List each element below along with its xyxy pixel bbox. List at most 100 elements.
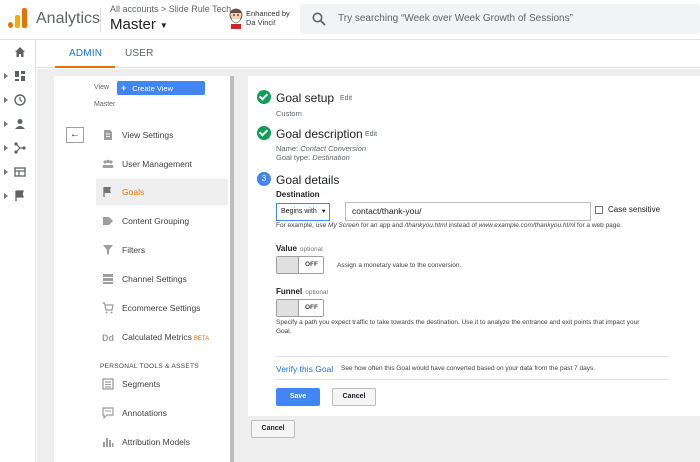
- goal-name-value: Contact Conversion: [300, 144, 367, 153]
- match-type-select[interactable]: Begins with ▼: [276, 203, 330, 221]
- divider: [276, 379, 669, 380]
- home-icon: [15, 47, 25, 57]
- search-input[interactable]: Try searching “Week over Week Growth of …: [338, 13, 573, 24]
- nav-item-annotations[interactable]: Annotations: [96, 400, 228, 426]
- nav-item-label: Channel Settings: [122, 274, 187, 284]
- view-name[interactable]: Master: [94, 101, 115, 108]
- goal-setup-edit-link[interactable]: Edit: [340, 95, 352, 102]
- dd-icon: Dd: [102, 333, 114, 343]
- goal-name-prefix: Name:: [276, 144, 299, 153]
- tab-admin[interactable]: ADMIN: [69, 48, 102, 59]
- value-toggle[interactable]: OFF: [276, 256, 324, 274]
- goal-editor: Goal setup Edit Custom Goal description …: [248, 76, 700, 416]
- value-label-text: Value: [276, 244, 297, 253]
- goal-details-title: Goal details: [276, 173, 340, 187]
- toggle-state: OFF: [305, 261, 318, 268]
- expand-arrow-icon: [4, 121, 8, 127]
- section-heading-personal-tools: PERSONAL TOOLS & ASSETS: [100, 363, 199, 370]
- nav-item-label: View Settings: [122, 130, 174, 140]
- nav-item-label: Annotations: [122, 408, 167, 418]
- nav-item-filters[interactable]: Filters: [96, 237, 228, 263]
- expand-arrow-icon: [4, 97, 8, 103]
- value-description: Assign a monetary value to the conversio…: [337, 262, 462, 269]
- goal-type-prefix: Goal type:: [276, 153, 311, 162]
- caret-down-icon: ▼: [320, 209, 327, 215]
- svg-text:Dd: Dd: [102, 333, 114, 343]
- funnel-description-line1: Specify a path you expect traffic to tak…: [276, 319, 640, 326]
- outer-cancel-button[interactable]: Cancel: [251, 420, 295, 438]
- cancel-button[interactable]: Cancel: [332, 388, 376, 406]
- cart-icon: [102, 302, 114, 314]
- nav-item-segments[interactable]: Segments: [96, 371, 228, 397]
- breadcrumb[interactable]: All accounts > Slide Rule Tech: [110, 4, 231, 14]
- nav-item-label: Filters: [122, 245, 146, 255]
- back-arrow-button[interactable]: ←: [66, 127, 84, 143]
- optional-tag: optional: [299, 246, 323, 253]
- top-bar: Analytics All accounts > Slide Rule Tech…: [0, 0, 700, 40]
- segments-icon: [102, 378, 114, 390]
- toggle-state: OFF: [305, 304, 318, 311]
- bar-chart-icon: [103, 438, 114, 447]
- davinci-line1: Enhanced by: [246, 9, 290, 18]
- account-selector[interactable]: Master ▼: [110, 16, 168, 33]
- hint-example: My Screen: [328, 222, 360, 229]
- goal-setup-title: Goal setup: [276, 91, 335, 105]
- nav-item-user-management[interactable]: User Management: [96, 151, 228, 177]
- nav-item-calculated-metrics[interactable]: Dd Calculated Metrics BETA: [96, 324, 228, 350]
- tab-user[interactable]: USER: [125, 48, 154, 59]
- create-view-button[interactable]: + Create View: [117, 81, 205, 95]
- goal-setup-value: Custom: [276, 109, 302, 118]
- nav-item-attribution-models[interactable]: Attribution Models: [96, 429, 228, 455]
- nav-item-channel-settings[interactable]: Channel Settings: [96, 266, 228, 292]
- nav-item-label: Segments: [122, 379, 161, 389]
- nav-scrollbar[interactable]: [230, 76, 234, 462]
- beta-badge: BETA: [193, 336, 210, 342]
- rail-realtime[interactable]: [4, 92, 32, 110]
- destination-input[interactable]: contact/thank-you/: [345, 202, 591, 221]
- rail-acquisition[interactable]: [4, 140, 32, 158]
- rail-home[interactable]: [4, 44, 32, 62]
- optional-tag: optional: [305, 289, 328, 296]
- hint-text: for a web page.: [575, 222, 622, 229]
- nav-item-content-grouping[interactable]: Content Grouping: [96, 208, 228, 234]
- app-title: Analytics: [36, 10, 101, 27]
- davinci-avatar-icon[interactable]: [228, 7, 244, 29]
- filter-icon: [103, 245, 113, 255]
- match-type-value: Begins with: [281, 208, 317, 215]
- document-icon: [104, 130, 112, 140]
- rail-conversions[interactable]: [4, 188, 32, 206]
- goal-type-value: Destination: [312, 153, 350, 162]
- create-view-label: Create View: [132, 84, 173, 93]
- case-sensitive-checkbox[interactable]: [595, 206, 603, 214]
- save-button[interactable]: Save: [276, 388, 320, 406]
- rail-customization[interactable]: [4, 68, 32, 86]
- destination-hint: For example, use My Screen for an app an…: [276, 222, 622, 229]
- back-arrow-icon: ←: [70, 129, 80, 140]
- check-icon: [257, 90, 271, 104]
- goal-description-edit-link[interactable]: Edit: [365, 131, 377, 138]
- funnel-description-line2: Goal.: [276, 328, 292, 335]
- search-icon: [312, 12, 326, 26]
- view-label: View: [94, 84, 110, 91]
- check-icon: [257, 126, 271, 140]
- nav-item-label: Attribution Models: [122, 437, 191, 447]
- expand-arrow-icon: [4, 73, 8, 79]
- nav-item-label: Goals: [122, 187, 145, 197]
- expand-arrow-icon: [4, 193, 8, 199]
- nav-item-ecommerce-settings[interactable]: Ecommerce Settings: [96, 295, 228, 321]
- verify-goal-link[interactable]: Verify this Goal: [276, 364, 333, 374]
- value-label: Value optional: [276, 244, 323, 253]
- funnel-toggle[interactable]: OFF: [276, 299, 324, 317]
- nav-item-view-settings[interactable]: View Settings: [96, 122, 228, 148]
- users-icon: [102, 159, 114, 168]
- analytics-logo-icon[interactable]: [8, 8, 28, 28]
- plus-icon: +: [121, 83, 127, 93]
- flag-icon: [15, 190, 24, 201]
- account-name: Master: [110, 16, 156, 33]
- tab-active-indicator: [55, 66, 115, 68]
- rail-behavior[interactable]: [4, 164, 32, 182]
- hint-example: www.example.com/thankyou.html: [478, 222, 576, 229]
- nav-item-goals[interactable]: Goals: [96, 179, 228, 205]
- search-box[interactable]: Try searching “Week over Week Growth of …: [300, 4, 700, 34]
- rail-audience[interactable]: [4, 116, 32, 134]
